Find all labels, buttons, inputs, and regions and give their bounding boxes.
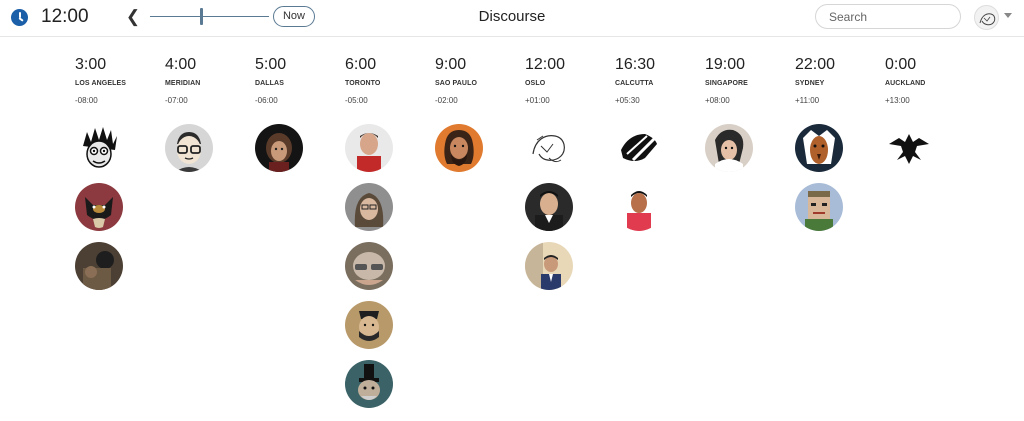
zone-time: 0:00 (885, 56, 917, 73)
user-avatar[interactable] (615, 124, 663, 172)
timezone-column: 6:00 TORONTO -05:00 (345, 56, 435, 105)
zone-time: 5:00 (255, 56, 287, 73)
timezone-column: 9:00 SAO PAULO -02:00 (435, 56, 525, 105)
user-avatar[interactable] (615, 183, 663, 231)
zone-city: CALCUTTA (615, 80, 654, 87)
zone-time: 3:00 (75, 56, 107, 73)
timezone-column: 4:00 MERIDIAN -07:00 (165, 56, 255, 105)
chevron-down-icon[interactable] (1004, 13, 1012, 18)
user-menu[interactable] (974, 4, 1014, 30)
user-avatar[interactable] (435, 124, 483, 172)
user-avatar[interactable] (795, 124, 843, 172)
timezone-column: 12:00 OSLO +01:00 (525, 56, 615, 105)
current-time: 12:00 (41, 6, 89, 27)
slider-track (150, 16, 269, 17)
slider-thumb[interactable] (200, 8, 203, 25)
clock-icon (11, 9, 28, 26)
zone-offset: -06:00 (255, 96, 278, 105)
user-avatar[interactable] (345, 124, 393, 172)
user-avatar[interactable] (75, 242, 123, 290)
zone-offset: +01:00 (525, 96, 550, 105)
user-avatar[interactable] (525, 242, 573, 290)
zone-offset: +11:00 (795, 96, 820, 105)
user-avatar[interactable] (345, 183, 393, 231)
timezone-column: 19:00 SINGAPORE +08:00 (705, 56, 795, 105)
user-avatar[interactable] (75, 183, 123, 231)
timezone-column: 0:00 AUCKLAND +13:00 (885, 56, 975, 105)
timezone-column: 16:30 CALCUTTA +05:30 (615, 56, 705, 105)
zone-city: SYDNEY (795, 80, 825, 87)
zone-offset: +13:00 (885, 96, 910, 105)
user-avatar[interactable] (345, 242, 393, 290)
zone-city: OSLO (525, 80, 546, 87)
time-slider[interactable] (150, 8, 269, 26)
zone-time: 12:00 (525, 56, 566, 73)
zone-city: AUCKLAND (885, 80, 926, 87)
user-avatar[interactable] (255, 124, 303, 172)
timezone-column: 3:00 LOS ANGELES -08:00 (75, 56, 165, 105)
user-avatar[interactable] (525, 183, 573, 231)
now-button[interactable]: Now (273, 6, 315, 27)
user-avatar[interactable] (345, 301, 393, 349)
zone-time: 16:30 (615, 56, 656, 73)
zone-time: 4:00 (165, 56, 197, 73)
zone-time: 9:00 (435, 56, 467, 73)
zone-city: SAO PAULO (435, 80, 477, 87)
zone-city: SINGAPORE (705, 80, 748, 87)
zone-offset: -08:00 (75, 96, 98, 105)
search-input[interactable] (815, 4, 961, 29)
user-avatar[interactable] (974, 5, 999, 30)
chevron-left-icon[interactable]: ❮ (125, 7, 141, 27)
user-avatar[interactable] (885, 124, 933, 172)
zone-city: DALLAS (255, 80, 284, 87)
zone-offset: +08:00 (705, 96, 730, 105)
user-avatar[interactable] (795, 183, 843, 231)
zone-offset: -07:00 (165, 96, 188, 105)
timezone-column: 22:00 SYDNEY +11:00 (795, 56, 885, 105)
zone-time: 6:00 (345, 56, 377, 73)
zone-offset: -02:00 (435, 96, 458, 105)
user-avatar[interactable] (165, 124, 213, 172)
zone-offset: -05:00 (345, 96, 368, 105)
zone-time: 19:00 (705, 56, 746, 73)
user-avatar[interactable] (345, 360, 393, 408)
timezone-column: 5:00 DALLAS -06:00 (255, 56, 345, 105)
zone-city: TORONTO (345, 80, 381, 87)
user-avatar[interactable] (75, 124, 123, 172)
zone-offset: +05:30 (615, 96, 640, 105)
zone-city: MERIDIAN (165, 80, 201, 87)
header-bar: 12:00 ❮ Now Discourse (0, 0, 1024, 37)
zone-time: 22:00 (795, 56, 836, 73)
user-avatar[interactable] (525, 124, 573, 172)
zone-city: LOS ANGELES (75, 80, 127, 87)
user-avatar[interactable] (705, 124, 753, 172)
